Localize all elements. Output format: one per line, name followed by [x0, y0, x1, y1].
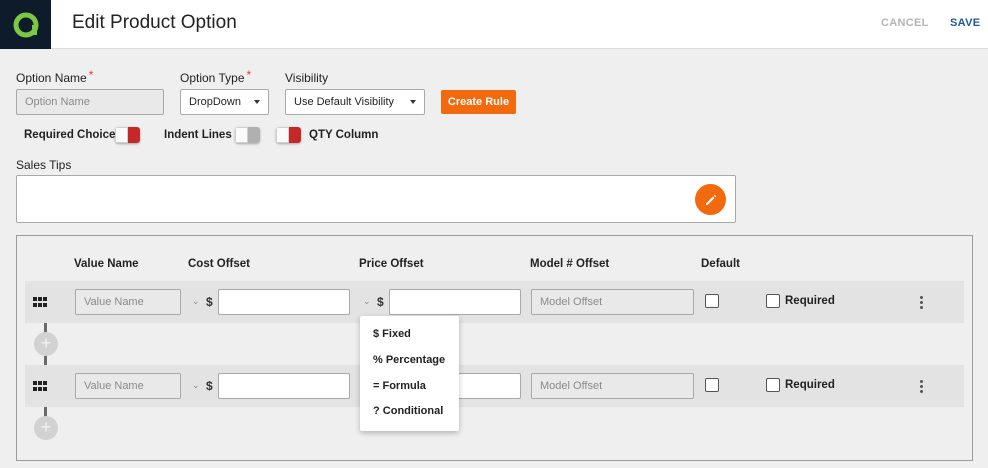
toggle-track	[128, 127, 140, 143]
value-name-header: Value Name	[74, 258, 139, 270]
value-name-input[interactable]	[75, 373, 181, 399]
currency-symbol: $	[206, 295, 213, 309]
required-asterisk: *	[246, 68, 252, 82]
toggle-track	[289, 127, 301, 143]
caret-down-icon	[254, 100, 260, 104]
toggle-knob	[276, 127, 289, 143]
tree-connector	[44, 356, 47, 365]
drag-handle-icon[interactable]	[33, 381, 47, 391]
add-value-button[interactable]: +	[34, 332, 58, 356]
required-choice-label: Required Choice	[24, 129, 116, 141]
cost-offset-input[interactable]	[218, 289, 350, 315]
more-options-icon[interactable]	[920, 380, 924, 393]
required-checkbox[interactable]	[766, 294, 780, 308]
model-offset-input[interactable]	[531, 289, 694, 315]
cost-offset-header: Cost Offset	[188, 258, 250, 270]
qty-column-label: QTY Column	[309, 129, 379, 141]
indent-lines-label: Indent Lines	[164, 129, 232, 141]
model-offset-input[interactable]	[531, 373, 694, 399]
model-offset-header: Model # Offset	[530, 258, 610, 270]
pencil-icon	[705, 194, 716, 205]
menu-item-conditional[interactable]: ? Conditional	[373, 405, 443, 417]
option-values-panel	[16, 235, 973, 461]
currency-symbol: $	[377, 295, 384, 309]
qty-column-toggle[interactable]	[276, 127, 301, 143]
required-label: Required	[785, 379, 835, 391]
page-title: Edit Product Option	[72, 12, 237, 33]
default-checkbox[interactable]	[705, 378, 719, 392]
menu-item-fixed[interactable]: $ Fixed	[373, 328, 411, 340]
price-offset-header: Price Offset	[359, 258, 424, 270]
edit-sales-tips-button[interactable]	[695, 184, 726, 215]
more-options-icon[interactable]	[920, 296, 924, 309]
option-name-label: Option Name *	[16, 68, 94, 85]
chevron-down-icon[interactable]: ⌄	[363, 296, 371, 307]
app-logo-icon[interactable]	[0, 0, 51, 49]
currency-symbol: $	[206, 379, 213, 393]
visibility-value: Use Default Visibility	[294, 96, 395, 108]
required-choice-toggle[interactable]	[115, 127, 140, 143]
menu-item-percentage[interactable]: % Percentage	[373, 354, 445, 366]
caret-down-icon	[410, 100, 416, 104]
chevron-down-icon[interactable]: ⌄	[192, 380, 200, 391]
save-button[interactable]: SAVE	[950, 17, 980, 29]
menu-item-formula[interactable]: = Formula	[373, 380, 426, 392]
indent-lines-toggle[interactable]	[235, 127, 260, 143]
top-bar: Edit Product Option CANCEL SAVE	[0, 0, 988, 49]
option-type-select[interactable]: DropDown	[180, 89, 269, 115]
cancel-button[interactable]: CANCEL	[881, 17, 929, 29]
sales-tips-label: Sales Tips	[16, 158, 72, 172]
option-type-label: Option Type *	[180, 68, 252, 85]
default-header: Default	[701, 258, 740, 270]
add-value-button[interactable]: +	[34, 416, 58, 440]
required-asterisk: *	[88, 68, 94, 82]
price-offset-input[interactable]	[389, 289, 521, 315]
cost-offset-input[interactable]	[218, 373, 350, 399]
default-checkbox[interactable]	[705, 294, 719, 308]
required-checkbox[interactable]	[766, 378, 780, 392]
chevron-down-icon[interactable]: ⌄	[192, 296, 200, 307]
option-type-value: DropDown	[189, 96, 241, 108]
visibility-select[interactable]: Use Default Visibility	[285, 89, 425, 115]
price-type-menu: $ Fixed % Percentage = Formula ? Conditi…	[360, 316, 459, 431]
toggle-knob	[115, 127, 128, 143]
value-name-input[interactable]	[75, 289, 181, 315]
sales-tips-textarea[interactable]	[16, 175, 736, 223]
required-label: Required	[785, 295, 835, 307]
create-rule-button[interactable]: Create Rule	[441, 90, 516, 114]
toggle-knob	[235, 127, 248, 143]
option-name-input[interactable]	[16, 89, 164, 115]
drag-handle-icon[interactable]	[33, 297, 47, 307]
toggle-track	[248, 127, 260, 143]
visibility-label: Visibility	[285, 71, 329, 85]
